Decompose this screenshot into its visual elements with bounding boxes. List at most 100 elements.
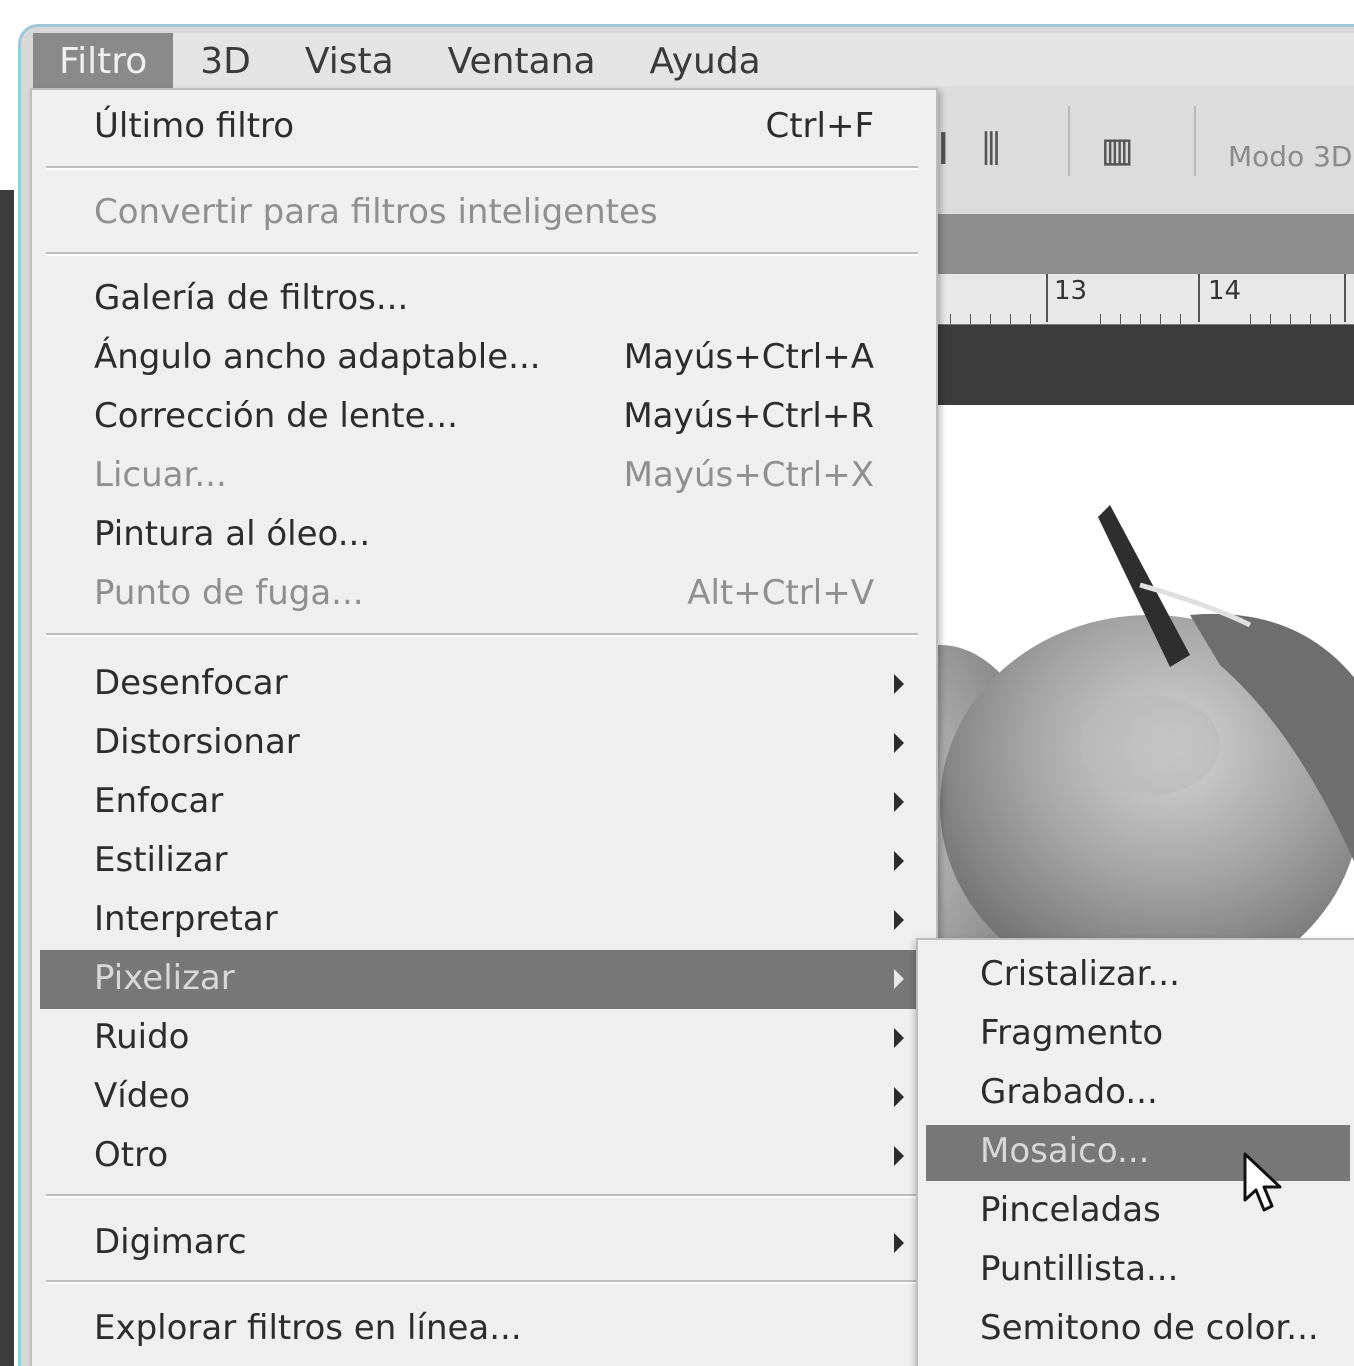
- menu-item-label: Punto de fuga...: [94, 573, 364, 613]
- canvas-top-band: [920, 325, 1354, 405]
- submenu-item-label: Puntillista...: [980, 1249, 1179, 1289]
- menu-item-label: Desenfocar: [94, 663, 288, 703]
- ruler-label: 13: [1054, 276, 1088, 306]
- menu-item-label: Otro: [94, 1135, 169, 1175]
- ruler-minor-tick: [1100, 314, 1101, 324]
- submenu-item-mezzotint[interactable]: Grabado...: [926, 1066, 1350, 1122]
- submenu-item-label: Cristalizar...: [980, 954, 1180, 994]
- toolbar-divider: [1068, 106, 1070, 176]
- screen: Filtro 3D Vista Ventana Ayuda ǀ ⫴ ▥ Modo…: [0, 0, 1354, 1366]
- menu-item-shortcut: Mayús+Ctrl+X: [623, 455, 874, 495]
- menu-separator: [46, 166, 918, 170]
- menu-bar: Filtro 3D Vista Ventana Ayuda: [33, 33, 1354, 91]
- menu-separator: [46, 633, 918, 637]
- menu-item-shortcut: Alt+Ctrl+V: [687, 573, 874, 613]
- menu-ayuda[interactable]: Ayuda: [623, 33, 788, 91]
- menu-item-blur[interactable]: Desenfocar: [40, 655, 918, 714]
- submenu-item-mosaic[interactable]: Mosaico...: [926, 1125, 1350, 1181]
- menu-item-label: Vídeo: [94, 1076, 191, 1116]
- toolbar-divider: [1194, 106, 1196, 176]
- menu-item-render[interactable]: Interpretar: [40, 891, 918, 950]
- ruler-minor-tick: [1290, 314, 1291, 324]
- mode-3d-label: Modo 3D: [1228, 140, 1353, 173]
- menu-item-label: Licuar...: [94, 455, 227, 495]
- menu-item-label: Explorar filtros en línea...: [94, 1308, 522, 1348]
- menu-item-filter-gallery[interactable]: Galería de filtros...: [40, 270, 918, 329]
- menu-item-digimarc[interactable]: Digimarc: [40, 1214, 918, 1273]
- submenu-arrow-icon: [894, 969, 904, 989]
- menu-item-last-filter[interactable]: Último filtro Ctrl+F: [40, 98, 918, 157]
- submenu-item-label: Grabado...: [980, 1072, 1158, 1112]
- menu-item-convert-smart-filters: Convertir para filtros inteligentes: [40, 184, 918, 243]
- menu-item-label: Pintura al óleo...: [94, 514, 371, 554]
- submenu-item-facet[interactable]: Pinceladas: [926, 1184, 1350, 1240]
- menu-separator: [46, 252, 918, 256]
- menu-item-oil-paint[interactable]: Pintura al óleo...: [40, 506, 918, 565]
- menu-item-label: Enfocar: [94, 781, 224, 821]
- submenu-item-color-halftone[interactable]: Semitono de color...: [926, 1302, 1350, 1358]
- ruler-tick: [1198, 274, 1200, 322]
- filter-menu: Último filtro Ctrl+F Convertir para filt…: [30, 88, 938, 1366]
- menu-item-label: Corrección de lente...: [94, 396, 458, 436]
- mouse-pointer-icon: [1243, 1152, 1282, 1212]
- menu-item-shortcut: Mayús+Ctrl+A: [623, 337, 874, 377]
- ruler-tick: [1046, 274, 1048, 322]
- ruler-label: 14: [1208, 276, 1242, 306]
- menu-item-distort[interactable]: Distorsionar: [40, 714, 918, 773]
- menu-item-other[interactable]: Otro: [40, 1127, 918, 1186]
- submenu-arrow-icon: [894, 1146, 904, 1166]
- submenu-item-label: Pinceladas: [980, 1190, 1161, 1230]
- menu-item-label: Interpretar: [94, 899, 278, 939]
- submenu-item-fragment[interactable]: Fragmento: [926, 1007, 1350, 1063]
- left-panel-edge: [0, 190, 14, 1366]
- menu-vista[interactable]: Vista: [278, 33, 421, 91]
- submenu-item-crystallize[interactable]: Cristalizar...: [926, 948, 1350, 1004]
- menu-3d[interactable]: 3D: [173, 33, 278, 91]
- menu-item-vanishing-point: Punto de fuga... Alt+Ctrl+V: [40, 565, 918, 624]
- ruler-minor-tick: [1270, 314, 1271, 324]
- menu-item-label: Convertir para filtros inteligentes: [94, 192, 658, 232]
- ruler-minor-tick: [1160, 314, 1161, 324]
- menu-item-label: Último filtro: [94, 106, 295, 146]
- menu-item-noise[interactable]: Ruido: [40, 1009, 918, 1068]
- submenu-arrow-icon: [894, 674, 904, 694]
- menu-item-lens-correction[interactable]: Corrección de lente... Mayús+Ctrl+R: [40, 388, 918, 447]
- submenu-arrow-icon: [894, 792, 904, 812]
- submenu-item-pointillize[interactable]: Puntillista...: [926, 1243, 1350, 1299]
- menu-item-stylize[interactable]: Estilizar: [40, 832, 918, 891]
- horizontal-ruler: 13 14: [920, 274, 1354, 325]
- menu-item-sharpen[interactable]: Enfocar: [40, 773, 918, 832]
- menu-item-label: Digimarc: [94, 1222, 247, 1262]
- menu-item-label: Estilizar: [94, 840, 228, 880]
- menu-ventana[interactable]: Ventana: [421, 33, 623, 91]
- submenu-item-label: Fragmento: [980, 1013, 1164, 1053]
- ruler-tick: [1344, 274, 1346, 322]
- menu-item-pixelate[interactable]: Pixelizar: [40, 950, 918, 1009]
- menu-separator: [46, 1194, 918, 1198]
- menu-item-label: Distorsionar: [94, 722, 300, 762]
- menu-separator: [46, 1280, 918, 1284]
- submenu-arrow-icon: [894, 851, 904, 871]
- ruler-minor-tick: [1330, 314, 1331, 324]
- menu-item-shortcut: Mayús+Ctrl+R: [623, 396, 874, 436]
- menu-item-adaptive-wide-angle[interactable]: Ángulo ancho adaptable... Mayús+Ctrl+A: [40, 329, 918, 388]
- menu-item-label: Galería de filtros...: [94, 278, 409, 318]
- submenu-arrow-icon: [894, 1028, 904, 1048]
- menu-item-label: Ángulo ancho adaptable...: [94, 337, 541, 377]
- submenu-arrow-icon: [894, 733, 904, 753]
- ruler-minor-tick: [970, 314, 971, 324]
- distribute-columns-icon[interactable]: ▥: [1104, 124, 1131, 175]
- ruler-minor-tick: [1010, 314, 1011, 324]
- menu-filtro[interactable]: Filtro: [33, 33, 174, 91]
- submenu-arrow-icon: [894, 910, 904, 930]
- submenu-arrow-icon: [894, 1087, 904, 1107]
- submenu-item-label: Semitono de color...: [980, 1308, 1319, 1348]
- document-tab-bar: [920, 214, 1354, 274]
- ruler-minor-tick: [990, 314, 991, 324]
- distribute-horizontal-icon[interactable]: ⫴: [982, 124, 1000, 175]
- menu-item-browse-filters-online[interactable]: Explorar filtros en línea...: [40, 1300, 918, 1359]
- menu-item-label: Ruido: [94, 1017, 190, 1057]
- menu-item-video[interactable]: Vídeo: [40, 1068, 918, 1127]
- menu-item-label: Pixelizar: [94, 958, 235, 998]
- ruler-minor-tick: [1140, 314, 1141, 324]
